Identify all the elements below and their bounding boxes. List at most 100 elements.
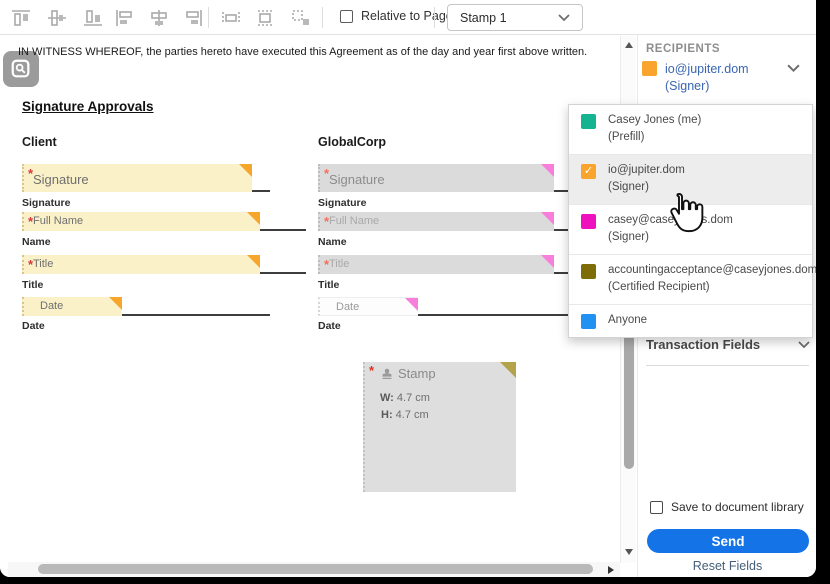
- vertical-scrollbar-thumb[interactable]: [624, 333, 634, 469]
- align-top-icon[interactable]: [8, 7, 34, 29]
- adobe-sign-authoring-window: Relative to Page Stamp 1 IN WITNESS WHER…: [0, 0, 816, 577]
- recipient-option-casey-jones[interactable]: Casey Jones (me) (Prefill): [569, 105, 812, 155]
- distribute-vertically-icon[interactable]: [252, 7, 278, 29]
- stamp-icon: [381, 368, 393, 380]
- recipient-name: io@jupiter.dom: [608, 162, 685, 179]
- recipient-option-accountingacceptance[interactable]: accountingacceptance@caseyjones.dom (Cer…: [569, 255, 812, 305]
- globalcorp-title-field[interactable]: * Title: [318, 255, 554, 274]
- section-divider: [646, 365, 809, 366]
- recipient-name: accountingacceptance@caseyjones.dom: [608, 262, 816, 279]
- recipient-option-anyone[interactable]: Anyone: [569, 305, 812, 337]
- client-signature-field[interactable]: * Signature: [22, 164, 252, 192]
- recipient-role: (Prefill): [608, 129, 701, 146]
- transaction-fields-section-toggle[interactable]: Transaction Fields: [646, 337, 810, 352]
- globalcorp-fullname-field[interactable]: * Full Name: [318, 212, 554, 231]
- checkbox-box[interactable]: [340, 10, 353, 23]
- match-size-icon[interactable]: [288, 7, 314, 29]
- client-fullname-field[interactable]: * Full Name: [22, 212, 260, 231]
- recipient-color-swatch: [581, 264, 596, 279]
- align-left-icon[interactable]: [112, 7, 138, 29]
- recipient-option-casey-caseyjones[interactable]: casey@caseyjones.dom (Signer): [569, 205, 812, 255]
- magnifier-icon: [10, 58, 32, 80]
- recipient-option-io-jupiter[interactable]: ✓ io@jupiter.dom (Signer): [569, 155, 812, 205]
- recipient-corner-tag: [541, 255, 554, 268]
- field-placeholder: Title: [33, 258, 53, 270]
- alignment-toolbar: Relative to Page Stamp 1: [0, 0, 816, 35]
- recipient-corner-tag: [500, 362, 516, 378]
- recipient-role: (Signer): [608, 179, 685, 196]
- align-bottom-icon[interactable]: [80, 7, 106, 29]
- distribute-horizontally-icon[interactable]: [218, 7, 244, 29]
- chevron-down-icon: [798, 341, 810, 349]
- client-column-title: Client: [22, 135, 57, 149]
- field-selector-dropdown[interactable]: Stamp 1: [447, 4, 583, 31]
- stamp-field[interactable]: * Stamp W: 4.7 cm H: 4.7 cm: [363, 362, 516, 492]
- field-label: Date: [318, 320, 341, 332]
- field-placeholder: Signature: [329, 172, 385, 187]
- field-placeholder: Full Name: [329, 215, 379, 227]
- recipient-corner-tag: [405, 298, 418, 311]
- align-vertical-center-icon[interactable]: [44, 7, 70, 29]
- field-label: Name: [318, 236, 347, 248]
- save-to-library-label: Save to document library: [671, 500, 804, 514]
- globalcorp-signature-field[interactable]: * Signature: [318, 164, 554, 192]
- chevron-down-icon: [787, 64, 800, 73]
- selected-recipient-role: (Signer): [665, 78, 749, 95]
- recipients-header: RECIPIENTS: [646, 43, 720, 55]
- scroll-right-arrow[interactable]: [608, 566, 614, 574]
- recipient-role: (Certified Recipient): [608, 279, 816, 296]
- field-placeholder: Date: [40, 300, 63, 312]
- transaction-fields-label: Transaction Fields: [646, 337, 760, 352]
- send-button[interactable]: Send: [647, 529, 809, 553]
- field-placeholder: Date: [336, 301, 359, 313]
- scroll-up-arrow[interactable]: [625, 42, 633, 48]
- field-label: Signature: [318, 197, 366, 209]
- relative-to-page-checkbox[interactable]: Relative to Page: [340, 9, 453, 23]
- recipient-color-swatch: ✓: [581, 164, 596, 179]
- horizontal-scrollbar-thumb[interactable]: [38, 564, 593, 574]
- recipient-color-swatch: [581, 214, 596, 229]
- save-to-library-checkbox[interactable]: Save to document library: [650, 500, 804, 514]
- selected-recipient-email: io@jupiter.dom: [665, 61, 749, 78]
- field-label: Name: [22, 236, 51, 248]
- stamp-width-value: 4.7 cm: [397, 392, 430, 404]
- recipient-name: casey@caseyjones.dom: [608, 212, 733, 229]
- recipient-role: (Signer): [608, 229, 733, 246]
- toolbar-divider: [434, 7, 435, 28]
- field-selector-value: Stamp 1: [460, 11, 507, 25]
- recipient-corner-tag: [541, 212, 554, 225]
- recipient-corner-tag: [109, 297, 122, 310]
- field-placeholder: Full Name: [33, 215, 83, 227]
- client-title-field[interactable]: * Title: [22, 255, 260, 274]
- chevron-down-icon: [558, 14, 570, 22]
- recipient-corner-tag: [247, 255, 260, 268]
- recipient-color-swatch: [642, 61, 657, 76]
- recipients-dropdown-menu: Casey Jones (me) (Prefill) ✓ io@jupiter.…: [568, 104, 813, 338]
- document-heading: Signature Approvals: [22, 99, 154, 114]
- field-label: Signature: [22, 197, 70, 209]
- stamp-height-label: H:: [381, 409, 393, 421]
- client-date-field[interactable]: Date: [22, 297, 122, 316]
- field-placeholder: Title: [329, 258, 349, 270]
- checkmark-icon: ✓: [584, 166, 593, 177]
- checkbox-box[interactable]: [650, 501, 663, 514]
- field-label: Title: [22, 279, 43, 291]
- scroll-down-arrow[interactable]: [625, 549, 633, 555]
- toolbar-divider: [322, 7, 323, 28]
- field-label: Date: [22, 320, 45, 332]
- globalcorp-date-field[interactable]: Date: [318, 297, 418, 316]
- recipient-name: Casey Jones (me): [608, 112, 701, 129]
- align-right-icon[interactable]: [180, 7, 206, 29]
- reset-fields-link[interactable]: Reset Fields: [638, 559, 816, 573]
- recipient-color-swatch: [581, 314, 596, 329]
- field-placeholder: Stamp: [398, 366, 436, 381]
- horizontal-scrollbar[interactable]: [8, 562, 620, 577]
- field-label: Title: [318, 279, 339, 291]
- relative-to-page-label: Relative to Page: [361, 9, 453, 23]
- recipient-color-swatch: [581, 114, 596, 129]
- align-horizontal-center-icon[interactable]: [146, 7, 172, 29]
- document-body-text: IN WITNESS WHEREOF, the parties hereto h…: [18, 46, 598, 58]
- required-asterisk: *: [369, 363, 374, 378]
- selected-recipient-dropdown[interactable]: io@jupiter.dom (Signer): [642, 61, 810, 95]
- globalcorp-column-title: GlobalCorp: [318, 135, 386, 149]
